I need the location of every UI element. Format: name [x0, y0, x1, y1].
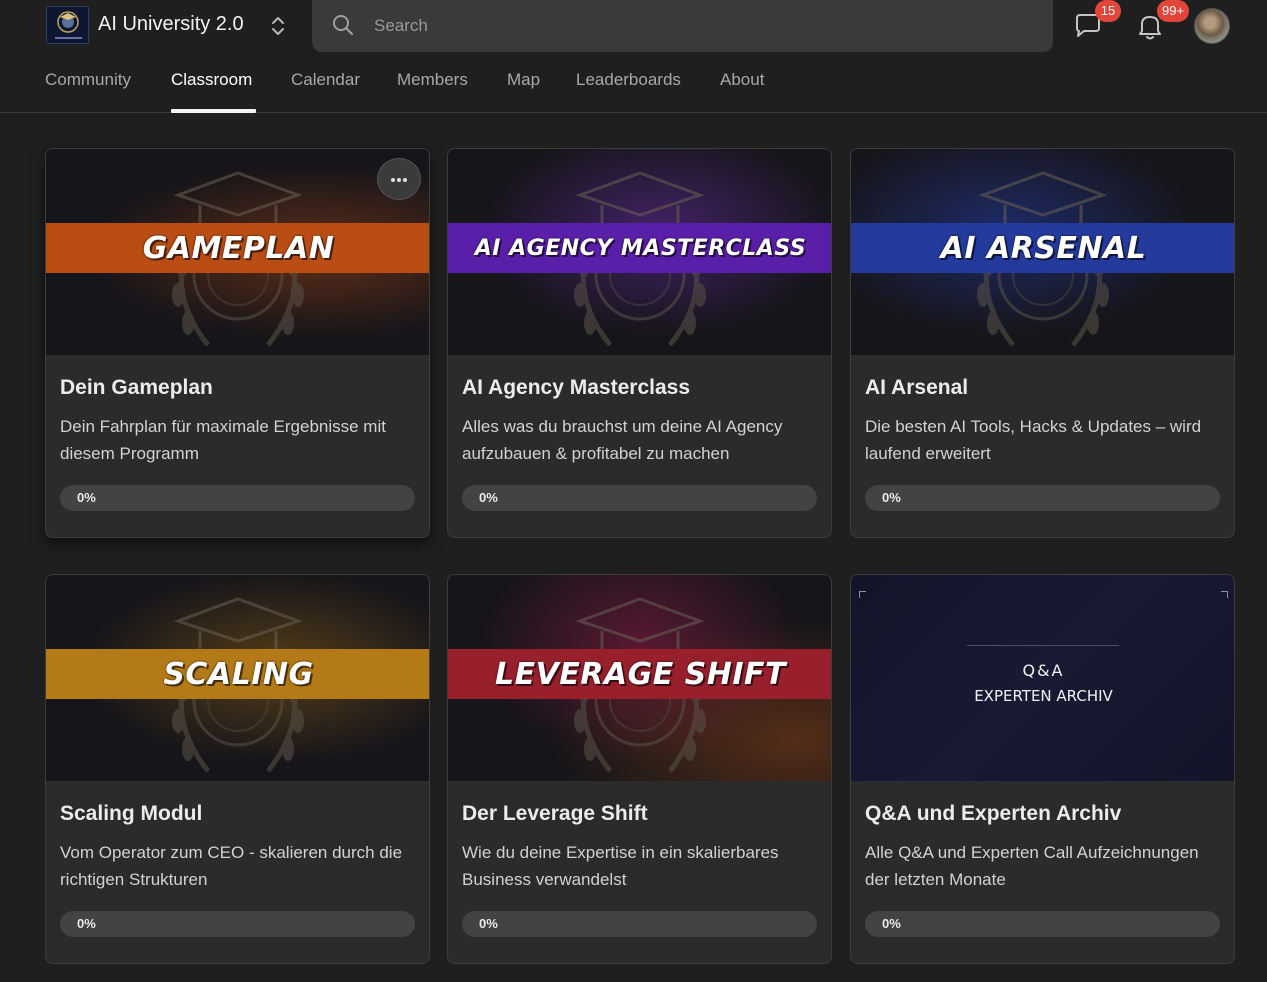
course-progress-bar: 0%: [462, 911, 817, 937]
course-title: Scaling Modul: [60, 802, 203, 825]
course-card-leverage-shift[interactable]: LEVERAGE SHIFT Der Leverage Shift Wie du…: [447, 574, 832, 964]
course-thumbnail: LEVERAGE SHIFT: [448, 575, 831, 781]
tab-leaderboards[interactable]: Leaderboards: [576, 70, 681, 90]
course-card-qa-experten-archiv[interactable]: Q&A EXPERTEN ARCHIV Q&A und Experten Arc…: [850, 574, 1235, 964]
more-options-icon: [390, 170, 408, 188]
course-title: Q&A und Experten Archiv: [865, 802, 1122, 825]
tab-map[interactable]: Map: [507, 70, 540, 90]
course-card-gameplan[interactable]: GAMEPLAN Dein Gameplan Dein Fahrplan für…: [45, 148, 430, 538]
tab-about[interactable]: About: [720, 70, 764, 90]
chat-button[interactable]: 15: [1072, 0, 1121, 42]
search-icon: [332, 14, 354, 41]
tab-calendar[interactable]: Calendar: [291, 70, 360, 90]
course-description: Wie du deine Expertise in ein skalierbar…: [462, 843, 779, 889]
course-progress-label: 0%: [882, 916, 901, 931]
course-card-scaling[interactable]: SCALING Scaling Modul Vom Operator zum C…: [45, 574, 430, 964]
course-progress-label: 0%: [882, 490, 901, 505]
course-description: Alles was du brauchst um deine AI Agency…: [462, 417, 783, 463]
course-thumbnail: SCALING: [46, 575, 429, 781]
tab-community[interactable]: Community: [45, 70, 131, 90]
frame-corner-icon: [1221, 591, 1228, 598]
search-input[interactable]: [374, 14, 1014, 38]
course-description: Alle Q&A und Experten Call Aufzeichnunge…: [865, 843, 1199, 889]
course-banner: SCALING: [46, 649, 429, 699]
divider: [967, 645, 1119, 646]
course-banner: AI ARSENAL: [851, 223, 1234, 273]
tab-classroom[interactable]: Classroom: [171, 70, 252, 90]
course-banner-text: Q&A: [1022, 661, 1065, 680]
tab-members[interactable]: Members: [397, 70, 468, 90]
course-description: Die besten AI Tools, Hacks & Updates – w…: [865, 417, 1202, 463]
course-banner-text: LEVERAGE SHIFT: [494, 656, 787, 692]
course-progress-bar: 0%: [60, 911, 415, 937]
course-banner-subtext: EXPERTEN ARCHIV: [974, 687, 1113, 705]
course-card-ai-agency-masterclass[interactable]: AI AGENCY MASTERCLASS AI Agency Mastercl…: [447, 148, 832, 538]
group-name[interactable]: AI University 2.0: [98, 13, 244, 36]
course-progress-bar: 0%: [462, 485, 817, 511]
notifications-badge: 99+: [1157, 0, 1190, 22]
course-banner-text: AI ARSENAL: [940, 230, 1147, 266]
course-description: Vom Operator zum CEO - skalieren durch d…: [60, 843, 403, 889]
chat-badge: 15: [1095, 0, 1121, 22]
navigation-tabs: Community Classroom Calendar Members Map…: [0, 52, 1267, 113]
course-description: Dein Fahrplan für maximale Ergebnisse mi…: [60, 417, 386, 463]
course-progress-bar: 0%: [60, 485, 415, 511]
course-thumbnail: AI ARSENAL: [851, 149, 1234, 355]
course-title: Dein Gameplan: [60, 376, 213, 399]
user-avatar[interactable]: [1194, 8, 1230, 44]
course-title: AI Arsenal: [865, 376, 969, 399]
course-banner-text: GAMEPLAN: [142, 230, 335, 266]
more-options-button[interactable]: [377, 158, 421, 200]
course-progress-label: 0%: [77, 490, 96, 505]
course-progress-label: 0%: [77, 916, 96, 931]
course-banner-text: SCALING: [163, 656, 314, 692]
frame-corner-icon: [859, 591, 866, 598]
course-progress-bar: 0%: [865, 485, 1220, 511]
course-thumbnail: AI AGENCY MASTERCLASS: [448, 149, 831, 355]
course-progress-label: 0%: [479, 490, 498, 505]
notifications-button[interactable]: 99+: [1134, 0, 1190, 42]
course-banner-text: AI AGENCY MASTERCLASS: [474, 235, 807, 261]
group-switcher-icon[interactable]: [266, 12, 290, 40]
course-thumbnail: GAMEPLAN: [46, 149, 429, 355]
course-progress-bar: 0%: [865, 911, 1220, 937]
top-bar: AI University 2.0 15 9: [0, 0, 1267, 52]
chat-icon: [1072, 14, 1104, 46]
search-bar[interactable]: [312, 0, 1053, 52]
course-title: AI Agency Masterclass: [462, 376, 690, 399]
course-banner: GAMEPLAN: [46, 223, 429, 273]
course-progress-label: 0%: [479, 916, 498, 931]
bell-icon: [1134, 16, 1166, 46]
course-banner: AI AGENCY MASTERCLASS: [448, 223, 831, 273]
course-title: Der Leverage Shift: [462, 802, 648, 825]
active-tab-indicator: [171, 109, 256, 113]
course-thumbnail: Q&A EXPERTEN ARCHIV: [851, 575, 1234, 781]
course-banner: LEVERAGE SHIFT: [448, 649, 831, 699]
group-logo[interactable]: [46, 6, 89, 44]
course-card-ai-arsenal[interactable]: AI ARSENAL AI Arsenal Die besten AI Tool…: [850, 148, 1235, 538]
